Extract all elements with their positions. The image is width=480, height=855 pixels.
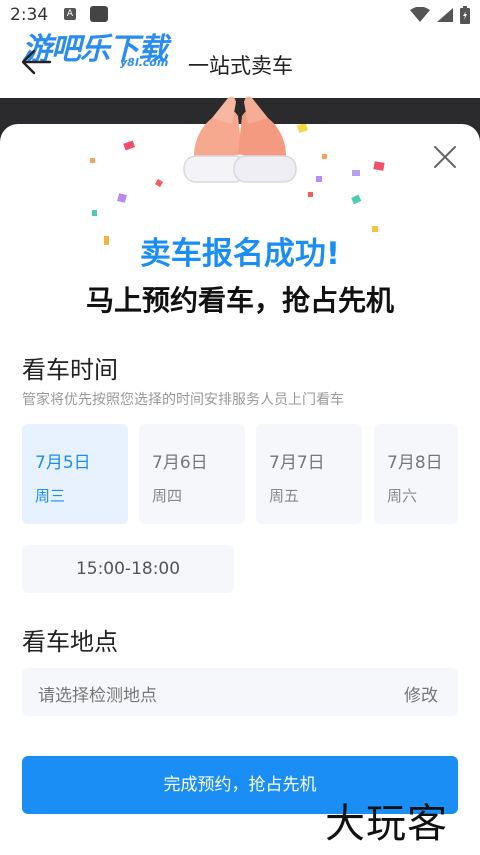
date-option-jul-5[interactable]: 7月5日 周三 xyxy=(22,424,128,524)
booking-sheet: 卖车报名成功! 马上预约看车，抢占先机 看车时间 管家将优先按照您选择的时间安排… xyxy=(0,96,480,855)
logo-sub-text: y8l.com xyxy=(120,56,169,69)
edit-location-link[interactable]: 修改 xyxy=(404,681,438,706)
viewing-place-title: 看车地点 xyxy=(22,628,118,656)
success-subtitle: 马上预约看车，抢占先机 xyxy=(85,284,394,317)
weekday-label: 周六 xyxy=(387,487,418,505)
viewing-time-title: 看车时间 xyxy=(22,356,118,384)
location-placeholder: 请选择检测地点 xyxy=(38,686,157,706)
weekday-label: 周五 xyxy=(269,487,300,505)
close-icon[interactable] xyxy=(432,144,458,170)
notification-icon: A xyxy=(64,8,76,20)
page-title: 一站式卖车 xyxy=(188,54,293,78)
date-label: 7月7日 xyxy=(269,453,325,473)
date-option-jul-7[interactable]: 7月7日 周五 xyxy=(256,424,362,524)
weekday-label: 周四 xyxy=(152,487,183,505)
success-title: 卖车报名成功! xyxy=(139,236,341,272)
date-label: 7月5日 xyxy=(35,453,91,473)
battery-icon xyxy=(460,6,470,24)
inspection-location-field[interactable]: 请选择检测地点 修改 xyxy=(22,668,458,716)
wifi-icon xyxy=(410,7,430,22)
date-option-jul-8[interactable]: 7月8日 周六 xyxy=(374,424,458,524)
date-option-jul-6[interactable]: 7月6日 周四 xyxy=(139,424,245,524)
header: 游吧乐下载 y8l.com 一站式卖车 xyxy=(0,30,480,98)
back-arrow-icon[interactable] xyxy=(20,46,52,78)
time-slot-option[interactable]: 15:00-18:00 xyxy=(22,545,234,593)
watermark: 大玩客 xyxy=(325,801,448,847)
signal-icon xyxy=(437,8,453,22)
viewing-time-hint: 管家将优先按照您选择的时间安排服务人员上门看车 xyxy=(22,392,344,408)
date-label: 7月8日 xyxy=(387,453,443,473)
date-label: 7月6日 xyxy=(152,453,208,473)
status-time: 2:34 xyxy=(10,5,49,25)
notification-square-icon xyxy=(90,6,108,22)
weekday-label: 周三 xyxy=(35,487,66,505)
high-five-hands-icon xyxy=(183,96,297,183)
